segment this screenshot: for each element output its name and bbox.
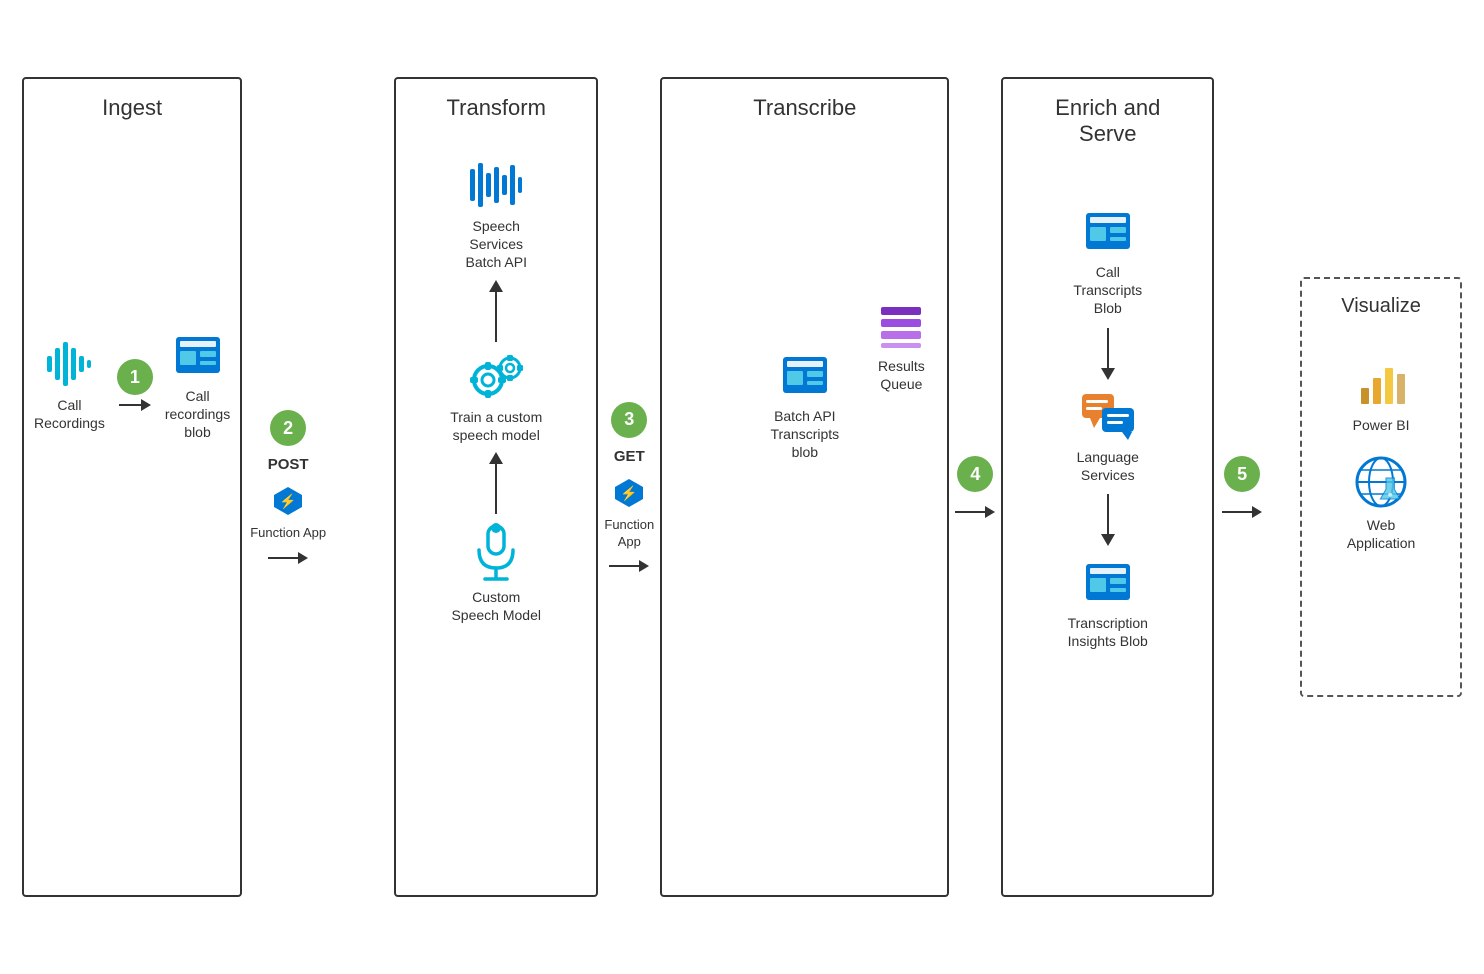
power-bi-icon-group: Power BI	[1353, 358, 1410, 434]
results-queue-icon	[875, 299, 927, 351]
arrow-transcripts-to-lang	[1101, 328, 1115, 380]
enrich-title: Enrich andServe	[1055, 95, 1160, 147]
transcription-insights-blob-icon	[1082, 556, 1134, 608]
gears-icon	[466, 350, 526, 402]
call-recordings-blob-group: Callrecordingsblob	[165, 329, 230, 442]
enrich-content: CallTranscriptsBlob	[1003, 195, 1212, 660]
ingest-section: Ingest CallRecordings 1	[22, 77, 242, 897]
results-queue-label: ResultsQueue	[878, 357, 925, 393]
transcribe-title: Transcribe	[753, 95, 856, 121]
speech-services-label: SpeechServicesBatch API	[465, 217, 526, 272]
visualize-title: Visualize	[1302, 295, 1460, 318]
transform-section: Transform SpeechServicesBatch API	[394, 77, 598, 897]
custom-speech-icon-group: CustomSpeech Model	[451, 522, 541, 624]
call-recordings-icon-group: CallRecordings	[34, 338, 105, 432]
language-services-label: LanguageServices	[1077, 448, 1139, 484]
language-services-icon	[1080, 390, 1136, 442]
speech-services-icon	[468, 159, 524, 211]
step2-connector: 2 POST ⚡ Function App	[250, 410, 326, 564]
step3-badge: 3	[611, 402, 647, 438]
arrow-to-speech	[489, 280, 503, 342]
visualize-section: Visualize Power BI	[1300, 277, 1462, 697]
post-label: POST	[268, 456, 309, 473]
step5-connector: 5	[1222, 456, 1262, 518]
arrow-lang-to-insights	[1101, 494, 1115, 546]
transcribe-section: Transcribe Batch APITranscriptsblob	[660, 77, 949, 897]
power-bi-icon	[1355, 358, 1407, 410]
train-speech-label: Train a customspeech model	[450, 408, 542, 444]
transform-title: Transform	[447, 95, 546, 121]
step1-connector: 1	[117, 359, 153, 411]
transform-content: SpeechServicesBatch API	[396, 149, 596, 634]
web-application-icon	[1353, 454, 1409, 510]
web-app-label: WebApplication	[1347, 516, 1416, 552]
architecture-diagram: Ingest CallRecordings 1	[22, 27, 1462, 947]
sound-wave-icon	[43, 338, 95, 390]
train-speech-icon-group: Train a customspeech model	[450, 350, 542, 444]
power-bi-label: Power BI	[1353, 416, 1410, 434]
function-app-small-icon: ⚡	[270, 483, 306, 519]
speech-services-icon-group: SpeechServicesBatch API	[465, 159, 526, 272]
enrich-section: Enrich andServe CallTranscriptsBlob	[1001, 77, 1214, 897]
step2-function-app-label: Function App	[250, 525, 326, 542]
results-queue-group: ResultsQueue	[875, 299, 927, 393]
ingest-title: Ingest	[102, 95, 162, 121]
arrow-from-custom-speech	[489, 452, 503, 514]
step3-connector: 3 GET ⚡ FunctionApp	[604, 402, 654, 573]
step2-badge: 2	[270, 410, 306, 446]
call-transcripts-blob-icon	[1082, 205, 1134, 257]
transcription-insights-blob-label: TranscriptionInsights Blob	[1068, 614, 1148, 650]
step4-badge: 4	[957, 456, 993, 492]
step4-connector: 4	[955, 456, 995, 518]
svg-text:⚡: ⚡	[621, 485, 638, 502]
web-app-icon-group: WebApplication	[1347, 454, 1416, 552]
batch-api-blob-icon	[779, 349, 831, 401]
ingest-content: CallRecordings 1 C	[24, 329, 240, 442]
svg-text:⚡: ⚡	[279, 493, 296, 510]
call-recordings-label: CallRecordings	[34, 396, 105, 432]
transcription-insights-blob-group: TranscriptionInsights Blob	[1068, 556, 1148, 650]
step3-function-app-label: FunctionApp	[604, 517, 654, 551]
language-services-group: LanguageServices	[1077, 390, 1139, 484]
function-app3-icon: ⚡	[611, 475, 647, 511]
blob-storage-icon	[172, 329, 224, 381]
step5-badge: 5	[1224, 456, 1260, 492]
batch-api-blob-label: Batch APITranscriptsblob	[770, 407, 839, 462]
custom-speech-label: CustomSpeech Model	[451, 588, 541, 624]
batch-api-blob-group: Batch APITranscriptsblob	[770, 349, 839, 462]
microphone-icon	[471, 522, 521, 582]
call-recordings-blob-label: Callrecordingsblob	[165, 387, 230, 442]
call-transcripts-blob-label: CallTranscriptsBlob	[1073, 263, 1142, 318]
get-label: GET	[614, 448, 645, 465]
visualize-content: Power BI WebAppl	[1302, 348, 1460, 563]
step1-badge: 1	[117, 359, 153, 395]
call-transcripts-blob-group: CallTranscriptsBlob	[1073, 205, 1142, 318]
